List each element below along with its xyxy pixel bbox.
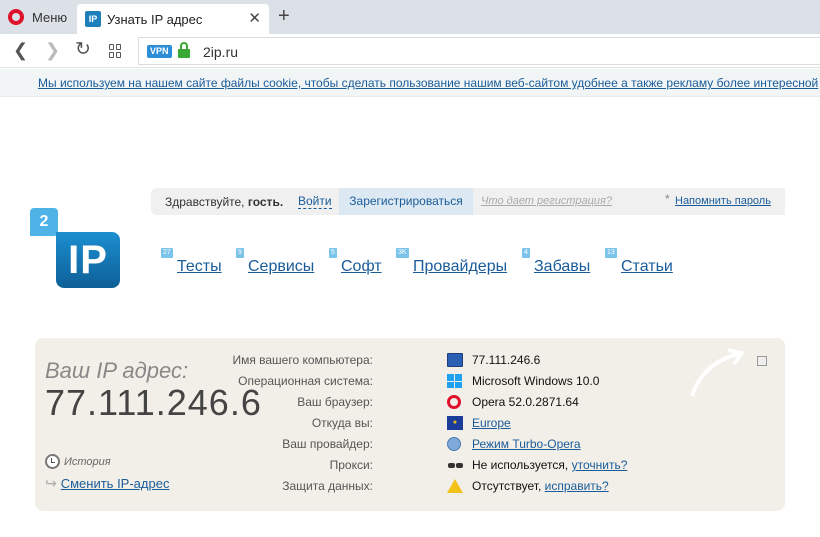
windows-icon	[447, 374, 463, 388]
menu-badge-articles: 13	[605, 248, 617, 258]
history-label: История	[64, 455, 111, 468]
info-value: Microsoft Windows 10.0	[472, 374, 600, 388]
opera-logo-icon	[8, 9, 24, 25]
opera-icon	[447, 395, 461, 409]
warning-icon	[447, 479, 463, 493]
history-link[interactable]: История	[45, 454, 111, 469]
info-value: Europe	[472, 416, 511, 430]
login-bar: Здравствуйте, гость. Войти Зарегистриров…	[151, 188, 785, 215]
tab-title: Узнать IP адрес	[107, 11, 203, 27]
change-ip-label: Сменить IP-адрес	[60, 476, 170, 491]
menu-soft[interactable]: Софт	[341, 258, 382, 276]
change-ip-link[interactable]: ↪ Сменить IP-адрес	[45, 475, 169, 492]
speed-dial-icon[interactable]	[109, 44, 123, 58]
remind-password-link[interactable]: Напомнить пароль	[675, 195, 771, 207]
vpn-badge[interactable]: VPN	[147, 45, 172, 58]
info-label: Ваш браузер:	[297, 395, 373, 409]
what-registration-link[interactable]: Что дает регистрация?	[481, 195, 612, 207]
login-link[interactable]: Войти	[298, 194, 332, 209]
lock-icon[interactable]	[178, 42, 190, 58]
info-row-os: Операционная система: Microsoft Windows …	[215, 371, 735, 392]
new-tab-button[interactable]: +	[278, 4, 290, 28]
site-logo[interactable]: 2 IP	[30, 208, 122, 290]
logo-two: 2	[30, 208, 58, 236]
greeting-prefix: Здравствуйте,	[165, 195, 245, 209]
proxy-clarify-link[interactable]: уточнить?	[572, 458, 628, 472]
ip-label: Ваш IP адрес:	[45, 358, 189, 383]
provider-link[interactable]: Режим Turbo-Opera	[472, 437, 581, 451]
computer-icon	[447, 353, 463, 367]
info-value: 77.111.246.6	[472, 353, 541, 367]
asterisk: *	[665, 192, 670, 206]
forward-icon[interactable]: ❯	[45, 39, 60, 61]
menu-badge-soft: 5	[329, 248, 337, 258]
info-label: Откуда вы:	[311, 416, 373, 430]
info-label: Прокси:	[329, 458, 373, 472]
reload-icon[interactable]: ↻	[75, 39, 91, 61]
browser-menu-label: Меню	[32, 9, 68, 25]
minimize-panel-icon[interactable]	[757, 356, 767, 366]
menu-badge-tests: 27	[161, 248, 173, 258]
return-arrow-icon: ↪	[45, 475, 57, 491]
eu-flag-icon: ★	[447, 416, 463, 430]
info-label: Защита данных:	[282, 479, 373, 493]
menu-badge-services: 9	[236, 248, 244, 258]
greeting: Здравствуйте, гость.	[165, 195, 283, 209]
info-row-computer: Имя вашего компьютера: 77.111.246.6	[215, 350, 735, 371]
ip-info-panel: Ваш IP адрес: 77.111.246.6 История ↪ Сме…	[35, 338, 785, 511]
protection-fix-link[interactable]: исправить?	[545, 479, 609, 493]
url-text[interactable]: 2ip.ru	[203, 44, 238, 60]
info-value: Не используется, уточнить?	[472, 458, 627, 472]
proxy-status: Не используется,	[472, 458, 569, 472]
menu-tests[interactable]: Тесты	[177, 258, 222, 276]
cookie-notice-link[interactable]: Мы используем на нашем сайте файлы cooki…	[38, 76, 818, 90]
browser-tab-bar: Меню IP Узнать IP адрес ✕ +	[0, 0, 820, 34]
info-row-browser: Ваш браузер: Opera 52.0.2871.64	[215, 392, 735, 413]
menu-fun[interactable]: Забавы	[534, 258, 590, 276]
info-label: Операционная система:	[238, 374, 373, 388]
address-bar[interactable]: VPN 2ip.ru	[138, 37, 820, 65]
back-icon[interactable]: ❮	[13, 39, 28, 61]
menu-services[interactable]: Сервисы	[248, 258, 314, 276]
info-label: Имя вашего компьютера:	[232, 353, 373, 367]
info-label: Ваш провайдер:	[282, 437, 373, 451]
info-value: Отсутствует, исправить?	[472, 479, 609, 493]
logo-ip: IP	[56, 232, 120, 288]
tab-2ip[interactable]: IP Узнать IP адрес ✕	[77, 4, 269, 34]
info-value: Режим Turbo-Opera	[472, 437, 581, 451]
glasses-icon	[447, 458, 463, 472]
menu-articles[interactable]: Статьи	[621, 258, 673, 276]
greeting-user: гость.	[247, 195, 284, 209]
info-row-proxy: Прокси: Не используется, уточнить?	[215, 455, 735, 476]
clock-icon	[45, 454, 60, 469]
browser-toolbar: ❮ ❯ ↻ VPN 2ip.ru	[0, 34, 820, 68]
location-link[interactable]: Europe	[472, 416, 511, 430]
info-row-protection: Защита данных: Отсутствует, исправить?	[215, 476, 735, 497]
browser-menu-button[interactable]: Меню	[0, 0, 76, 34]
provider-icon	[447, 437, 461, 451]
info-value: Opera 52.0.2871.64	[472, 395, 579, 409]
info-row-provider: Ваш провайдер: Режим Turbo-Opera	[215, 434, 735, 455]
close-tab-icon[interactable]: ✕	[248, 9, 261, 27]
site-favicon-icon: IP	[85, 11, 101, 27]
decorative-arrow-icon	[690, 348, 746, 397]
info-row-location: Откуда вы: ★ Europe	[215, 413, 735, 434]
protection-status: Отсутствует,	[472, 479, 542, 493]
register-button[interactable]: Зарегистрироваться	[339, 188, 473, 215]
menu-badge-fun: 4	[522, 248, 530, 258]
menu-badge-providers: 3K	[396, 248, 409, 258]
cookie-notice: Мы используем на нашем сайте файлы cooki…	[0, 69, 820, 97]
menu-providers[interactable]: Провайдеры	[413, 258, 507, 276]
